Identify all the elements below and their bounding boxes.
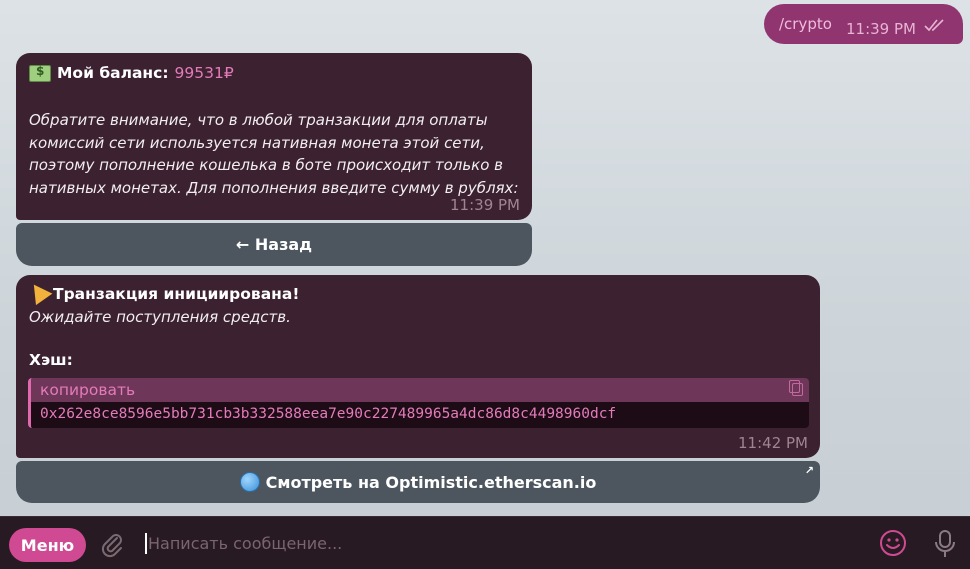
balance-title: Мой баланс: (57, 64, 169, 82)
emoji-icon[interactable] (879, 529, 907, 557)
outgoing-message-time: 11:39 PM (846, 20, 916, 38)
transaction-subtitle: Ожидайте поступления средств. (29, 308, 291, 326)
hash-code-block[interactable]: копировать 0x262e8ce8596e5bb731cb3b33258… (28, 378, 809, 428)
copy-label[interactable]: копировать (40, 381, 135, 399)
explorer-link-button[interactable]: Смотреть на Optimistic.etherscan.io ↗ (16, 461, 820, 503)
microphone-icon[interactable] (934, 529, 956, 559)
balance-line: Мой баланс: 99531₽ (29, 64, 234, 82)
menu-button-label: Меню (20, 535, 75, 555)
transaction-message: Транзакция инициирована! Ожидайте поступ… (16, 275, 820, 458)
globe-icon (239, 472, 260, 492)
external-link-icon: ↗ (804, 464, 814, 477)
explorer-button-label: Смотреть на Optimistic.etherscan.io (265, 472, 597, 492)
back-button[interactable]: ← Назад (16, 223, 532, 266)
transaction-hash[interactable]: 0x262e8ce8596e5bb731cb3b332588eea7e90c22… (40, 406, 616, 422)
message-input-bar: Меню Написать сообщение... (0, 516, 970, 569)
balance-note: Обратите внимание, что в любой транзакци… (29, 111, 519, 197)
code-block-header[interactable]: копировать (31, 378, 809, 402)
copy-icon[interactable] (789, 380, 803, 396)
outgoing-message-text: /crypto (779, 15, 832, 33)
text-cursor (145, 533, 147, 554)
transaction-title-line: Транзакция инициирована! (25, 278, 300, 306)
message-input[interactable]: Написать сообщение... (148, 534, 342, 553)
balance-message: Мой баланс: 99531₽ Обратите внимание, чт… (16, 53, 532, 220)
double-check-icon (924, 19, 944, 32)
money-icon (29, 64, 51, 82)
balance-message-time: 11:39 PM (450, 196, 520, 214)
party-popper-icon (25, 278, 53, 306)
back-button-label: ← Назад (235, 235, 313, 254)
paperclip-icon[interactable] (99, 530, 125, 558)
menu-button[interactable]: Меню (9, 528, 86, 562)
outgoing-message: /crypto 11:39 PM (764, 4, 963, 44)
transaction-title: Транзакция инициирована! (53, 285, 300, 303)
balance-value: 99531₽ (174, 64, 234, 82)
hash-label: Хэш: (29, 351, 73, 369)
transaction-message-time: 11:42 PM (738, 434, 808, 452)
